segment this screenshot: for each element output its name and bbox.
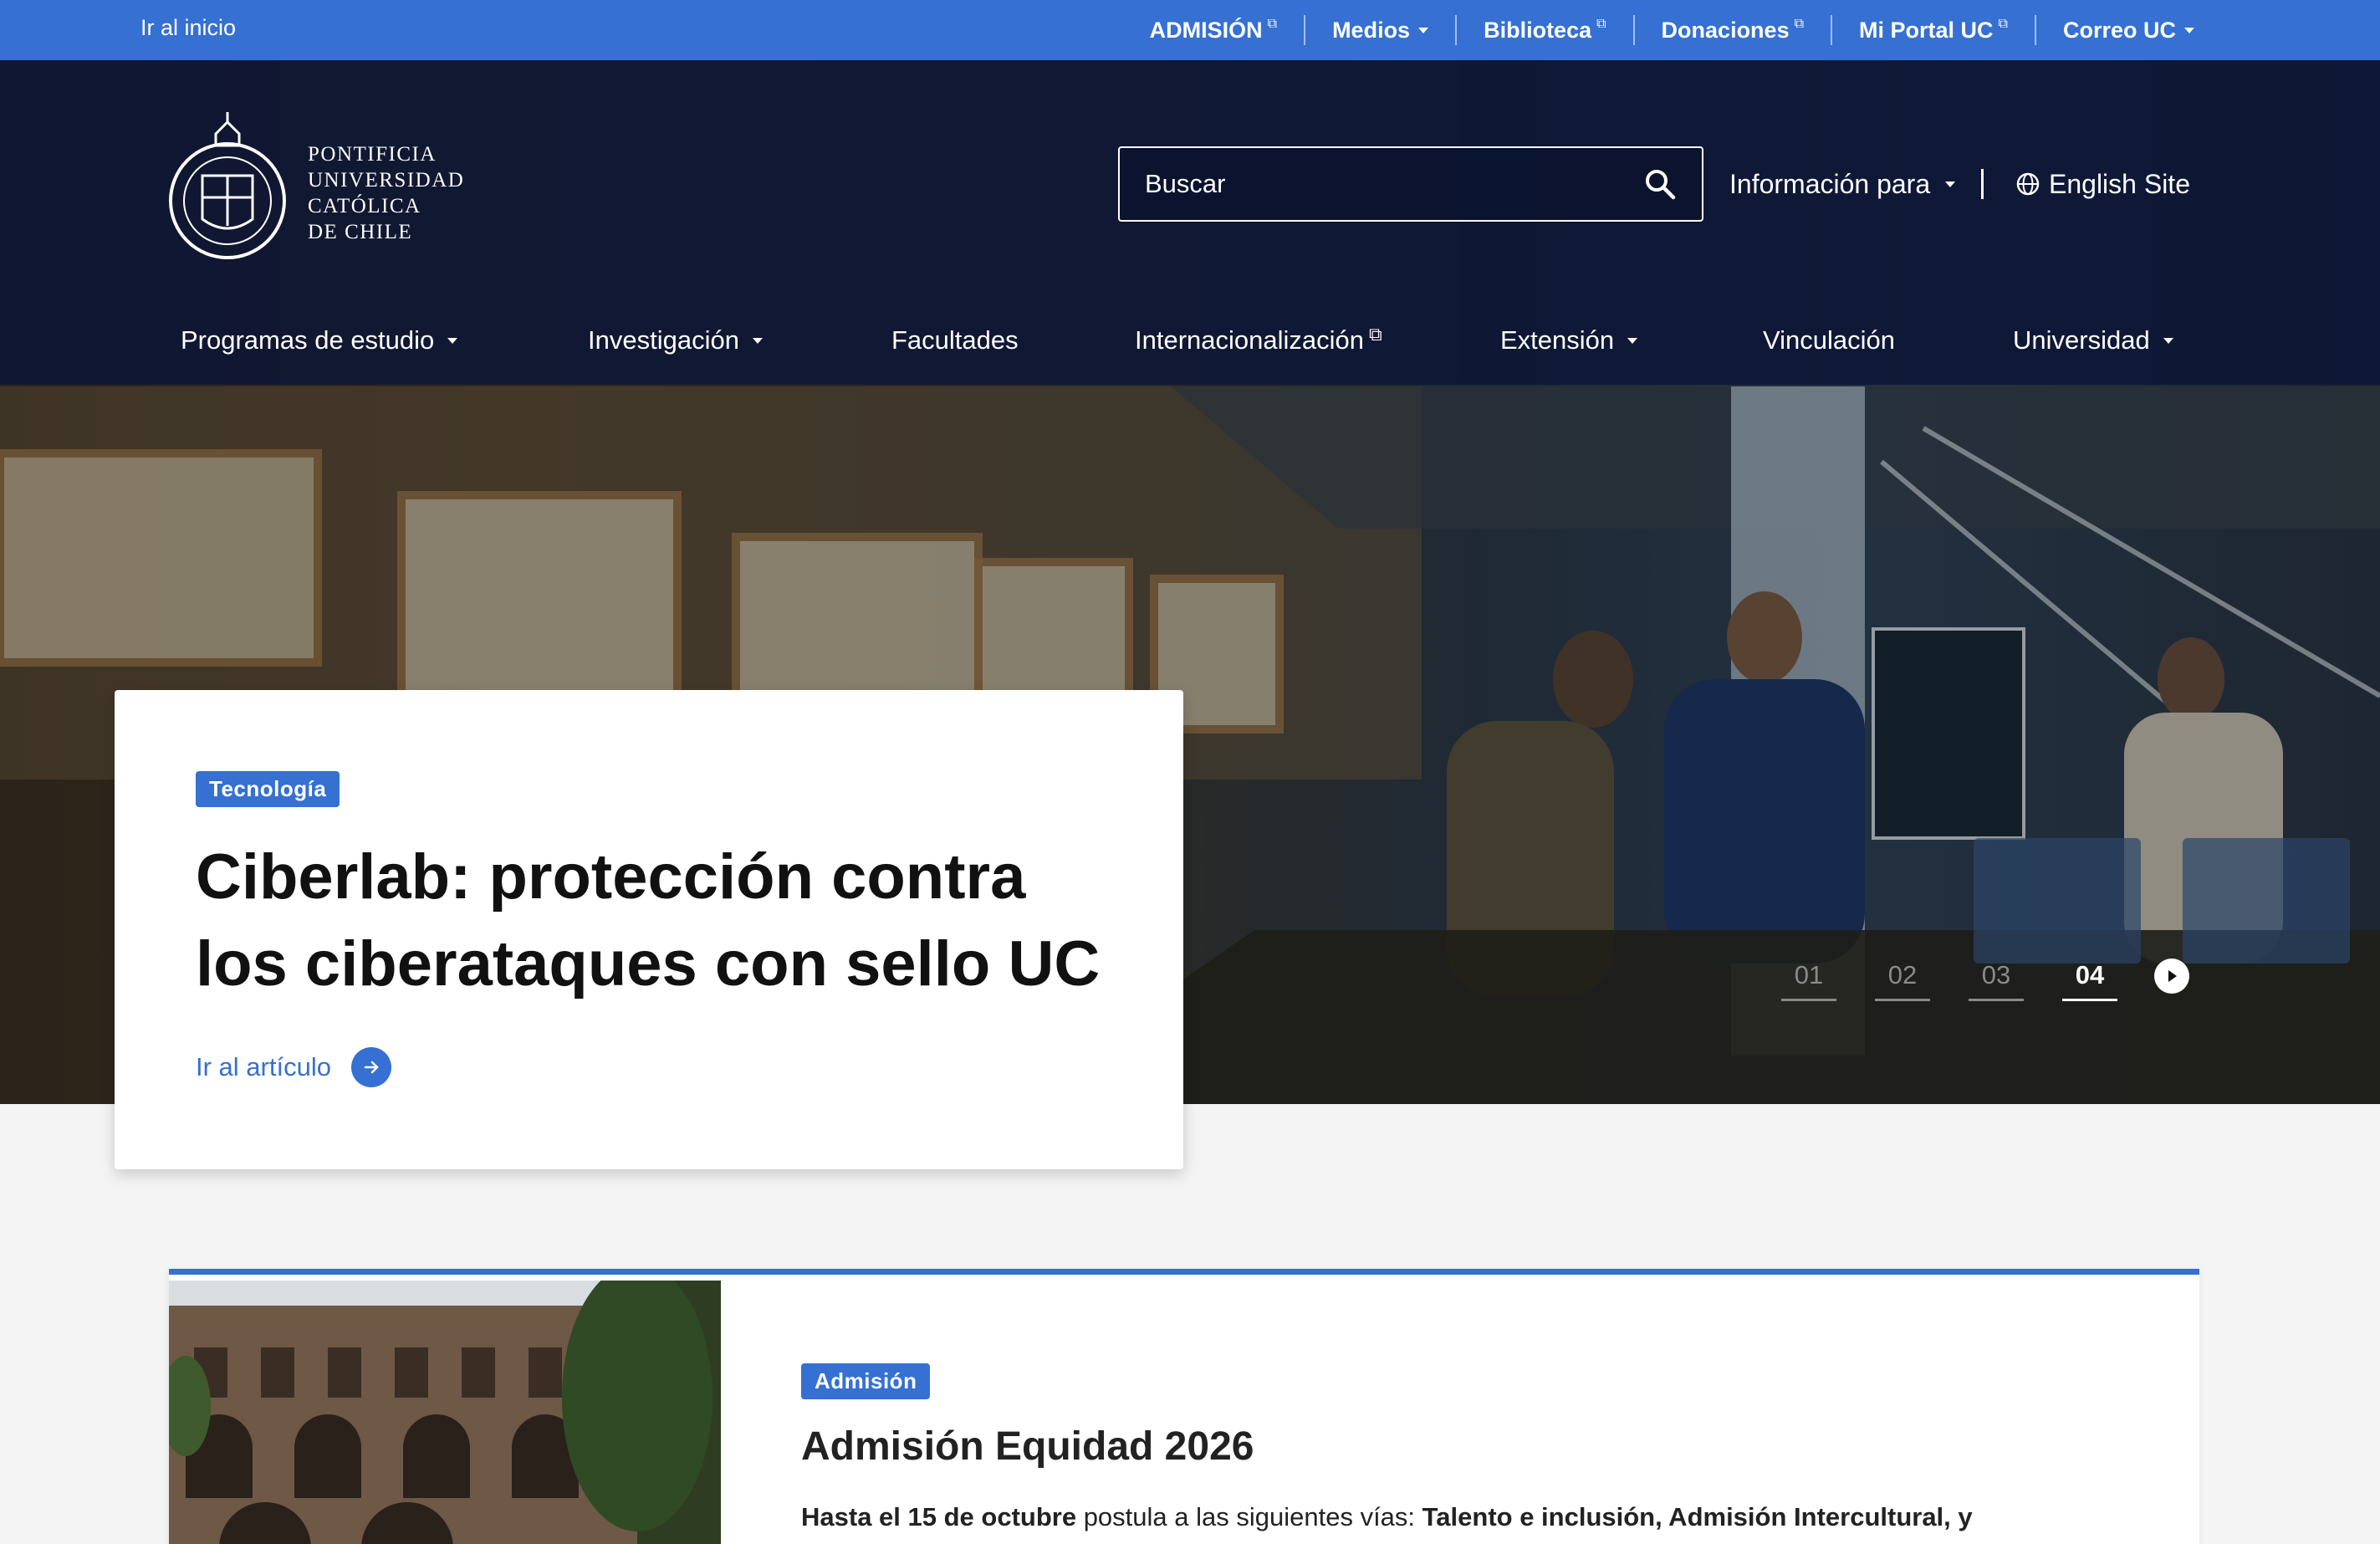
home-link[interactable]: Ir al inicio bbox=[140, 0, 236, 60]
slide-indicator-03[interactable]: 03 bbox=[1969, 960, 2024, 1001]
caret-down-icon bbox=[2184, 27, 2194, 33]
caret-down-icon bbox=[1945, 181, 1956, 187]
logo-wordmark: PONTIFICIA UNIVERSIDAD CATÓLICA DE CHILE bbox=[308, 143, 465, 243]
nav-facultades[interactable]: Facultades bbox=[891, 303, 1019, 378]
nav-internacionalizacion[interactable]: Internacionalización ⧉ bbox=[1135, 303, 1382, 378]
caret-down-icon bbox=[752, 337, 763, 344]
admission-feature-card: Admisión Admisión Equidad 2026 Hasta el … bbox=[169, 1269, 2199, 1544]
nav-investigacion[interactable]: Investigación bbox=[588, 303, 763, 378]
nav-universidad[interactable]: Universidad bbox=[2013, 303, 2173, 378]
nav-extension[interactable]: Extensión bbox=[1500, 303, 1638, 378]
hero-title[interactable]: Ciberlab: protección contra los ciberata… bbox=[196, 834, 1132, 1008]
utility-links: ADMISIÓN ⧉ Medios Biblioteca ⧉ Donacione… bbox=[1123, 0, 2221, 60]
external-link-icon: ⧉ bbox=[1998, 17, 2008, 31]
hero-slider-controls: 01 02 03 04 bbox=[1781, 958, 2189, 1001]
category-badge[interactable]: Tecnología bbox=[196, 771, 340, 807]
slide-indicator-02[interactable]: 02 bbox=[1875, 960, 1930, 1001]
read-article-link[interactable]: Ir al artículo bbox=[196, 1047, 391, 1087]
mi-portal-uc-link[interactable]: Mi Portal UC ⧉ bbox=[1831, 15, 2035, 45]
search-box bbox=[1118, 146, 1703, 222]
medios-dropdown[interactable]: Medios bbox=[1304, 15, 1455, 45]
nav-programas-de-estudio[interactable]: Programas de estudio bbox=[181, 303, 458, 378]
campus-photo bbox=[169, 1281, 721, 1544]
play-icon[interactable] bbox=[2154, 958, 2189, 994]
main-header: PONTIFICIA UNIVERSIDAD CATÓLICA DE CHILE… bbox=[0, 60, 2380, 385]
caret-down-icon bbox=[2163, 337, 2173, 344]
donaciones-link[interactable]: Donaciones ⧉ bbox=[1632, 15, 1831, 45]
hero-article-card: Tecnología Ciberlab: protección contra l… bbox=[115, 690, 1183, 1169]
slide-indicator-01[interactable]: 01 bbox=[1781, 960, 1836, 1001]
correo-uc-dropdown[interactable]: Correo UC bbox=[2034, 15, 2221, 45]
caret-down-icon bbox=[1418, 27, 1429, 33]
caret-down-icon bbox=[447, 337, 458, 344]
globe-icon bbox=[2016, 172, 2040, 196]
external-link-icon: ⧉ bbox=[1267, 17, 1278, 31]
biblioteca-link[interactable]: Biblioteca ⧉ bbox=[1455, 15, 1632, 45]
external-link-icon: ⧉ bbox=[1794, 17, 1805, 31]
search-input[interactable] bbox=[1145, 169, 1643, 199]
feature-description: Hasta el 15 de octubre postula a las sig… bbox=[801, 1502, 1973, 1531]
uc-logo[interactable]: PONTIFICIA UNIVERSIDAD CATÓLICA DE CHILE bbox=[166, 100, 475, 286]
header-divider bbox=[1981, 169, 1984, 199]
admision-link[interactable]: ADMISIÓN ⧉ bbox=[1123, 15, 1304, 45]
feature-title[interactable]: Admisión Equidad 2026 bbox=[801, 1424, 1254, 1470]
search-icon[interactable] bbox=[1643, 167, 1677, 201]
external-link-icon: ⧉ bbox=[1596, 17, 1606, 31]
external-link-icon: ⧉ bbox=[1369, 324, 1382, 345]
caret-down-icon bbox=[1627, 337, 1638, 344]
top-utility-bar: Ir al inicio ADMISIÓN ⧉ Medios Bibliotec… bbox=[0, 0, 2380, 60]
info-para-dropdown[interactable]: Información para bbox=[1729, 162, 1956, 206]
arrow-right-icon bbox=[350, 1047, 391, 1087]
category-badge[interactable]: Admisión bbox=[801, 1363, 931, 1399]
uc-seal-icon bbox=[169, 112, 286, 259]
nav-vinculacion[interactable]: Vinculación bbox=[1763, 303, 1895, 378]
main-navigation: Programas de estudio Investigación Facul… bbox=[0, 303, 2380, 378]
english-site-link[interactable]: English Site bbox=[2015, 162, 2190, 206]
slide-indicator-04[interactable]: 04 bbox=[2062, 960, 2117, 1001]
